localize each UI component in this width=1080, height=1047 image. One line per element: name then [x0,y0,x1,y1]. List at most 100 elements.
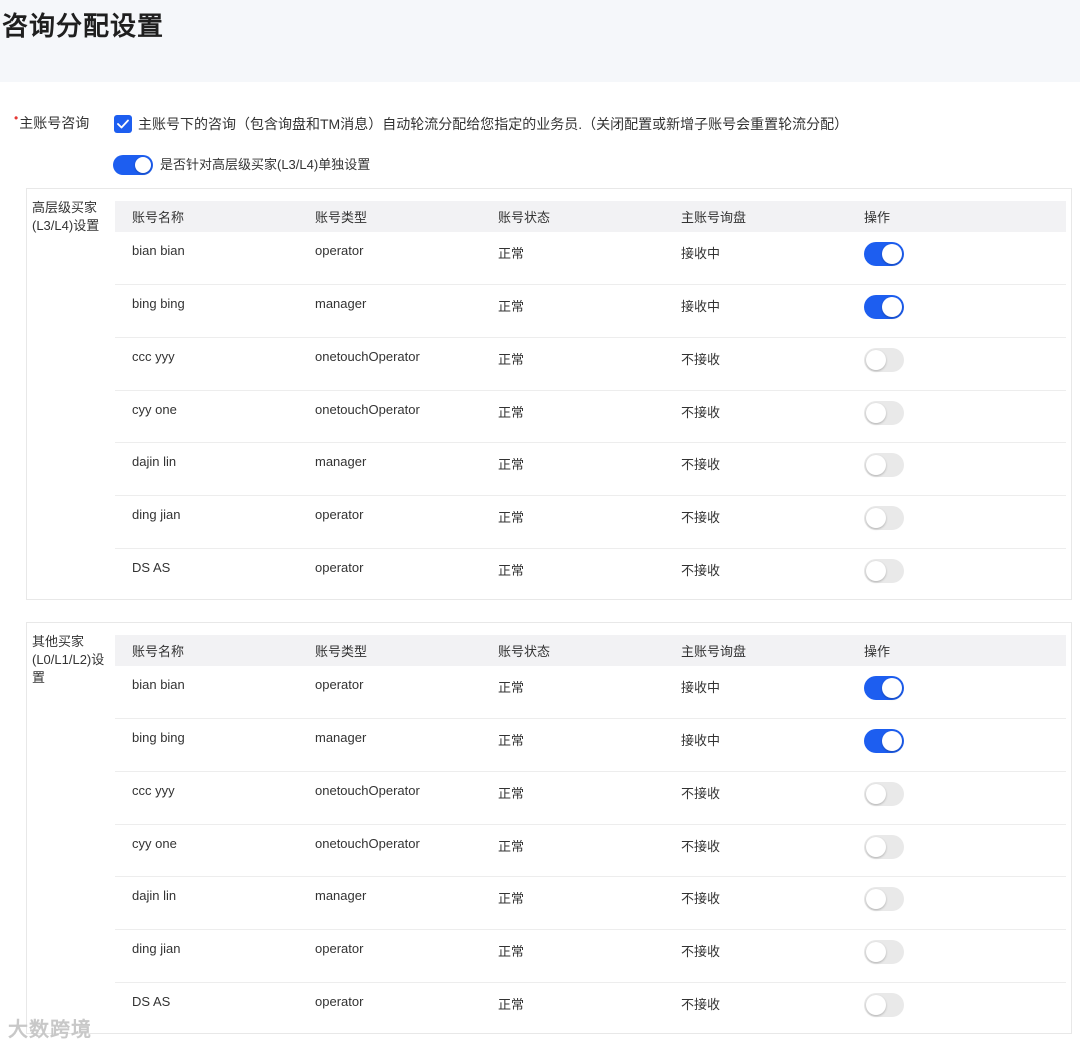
switch-knob [866,560,886,581]
column-header: 操作 [847,201,1066,232]
operation-cell [847,666,1066,720]
section-label: 其他买家(L0/L1/L2)设置 [32,634,105,685]
column-header: 主账号询盘 [664,635,847,666]
inquiry-status: 接收中 [664,718,847,772]
operation-cell [847,718,1066,772]
required-mark: • [14,111,19,125]
account-type: onetouchOperator [298,771,481,825]
switch-knob [866,455,886,476]
high-level-buyer-switch-label: 是否针对高层级买家(L3/L4)单独设置 [160,157,371,172]
checkmark-icon [117,119,129,129]
table-row: bian bian operator 正常 接收中 [115,232,1066,286]
main-account-label: •主账号咨询 [14,111,90,134]
account-status: 正常 [498,562,525,578]
operation-cell [847,284,1066,338]
section-high-level-buyers: 高层级买家(L3/L4)设置 账号名称 账号类型 账号状态 主账号询盘 操作 b… [26,188,1072,600]
table-row: DS AS operator 正常 不接收 [115,982,1066,1035]
table-row: cyy one onetouchOperator 正常 不接收 [115,824,1066,878]
account-name: ccc yyy [115,771,298,825]
inquiry-status: 不接收 [664,337,847,391]
operation-cell [847,548,1066,601]
inquiry-status: 不接收 [664,771,847,825]
account-type: operator [298,232,481,286]
switch-knob [866,994,886,1015]
operation-cell [847,232,1066,286]
table-row: ccc yyy onetouchOperator 正常 不接收 [115,337,1066,391]
auto-assign-checkbox[interactable] [114,115,132,133]
switch-knob [882,297,902,318]
account-type: manager [298,718,481,772]
assign-toggle[interactable] [864,347,904,372]
table-row: DS AS operator 正常 不接收 [115,548,1066,601]
table-row: ding jian operator 正常 不接收 [115,495,1066,549]
assign-toggle[interactable] [864,558,904,583]
switch-knob [882,678,902,698]
assign-toggle[interactable] [864,992,904,1017]
watermark-logo: 大数跨境 [8,1019,92,1041]
account-type: operator [315,993,364,1009]
account-type: operator [298,495,481,549]
account-status: 正常 [481,718,664,772]
account-status: 正常 [481,442,664,496]
account-type: onetouchOperator [298,337,481,391]
assign-toggle[interactable] [864,887,904,912]
account-name: DS AS [132,559,171,575]
operation-cell [847,876,1066,930]
column-header: 主账号询盘 [664,201,847,232]
page-header: 咨询分配设置 [0,0,1080,82]
section-label: 高层级买家(L3/L4)设置 [32,200,100,233]
account-status: 正常 [498,996,525,1012]
switch-knob [882,244,902,264]
account-name: DS AS [132,993,171,1009]
assign-toggle[interactable] [864,505,904,530]
section-other-buyers: 其他买家(L0/L1/L2)设置 账号名称 账号类型 账号状态 主账号询盘 操作… [26,622,1072,1034]
inquiry-status: 不接收 [664,442,847,496]
inquiry-status: 接收中 [664,284,847,338]
account-table: 账号名称 账号类型 账号状态 主账号询盘 操作 bian bian operato… [115,201,1066,601]
assign-toggle[interactable] [864,400,904,425]
account-status: 正常 [481,666,664,720]
inquiry-status: 接收中 [664,666,847,720]
switch-knob [866,402,886,423]
table-row: bing bing manager 正常 接收中 [115,718,1066,772]
column-header: 账号状态 [481,635,664,666]
account-name: ding jian [115,495,298,549]
account-name: cyy one [115,824,298,878]
account-name: dajin lin [115,442,298,496]
account-status: 正常 [481,929,664,983]
operation-cell [847,771,1066,825]
account-status: 正常 [481,337,664,391]
account-name: dajin lin [115,876,298,930]
column-header: 账号类型 [298,635,481,666]
assign-toggle[interactable] [864,834,904,859]
account-status: 正常 [481,390,664,444]
table-row: bian bian operator 正常 接收中 [115,666,1066,720]
column-header: 账号类型 [298,201,481,232]
assign-toggle[interactable] [864,295,904,320]
table-row: bing bing manager 正常 接收中 [115,284,1066,338]
operation-cell [847,982,1066,1035]
account-status: 正常 [481,824,664,878]
account-type: operator [298,666,481,720]
main-account-label-text: 主账号咨询 [19,115,90,131]
account-name: bian bian [115,232,298,286]
high-level-buyer-switch[interactable] [113,155,153,175]
assign-toggle[interactable] [864,729,904,754]
switch-knob [866,889,886,910]
column-header: 操作 [847,635,1066,666]
operation-cell [847,495,1066,549]
account-type: manager [298,876,481,930]
switch-knob [866,783,886,804]
account-type: operator [315,559,364,575]
assign-toggle[interactable] [864,939,904,964]
inquiry-status: 不接收 [664,495,847,549]
assign-toggle[interactable] [864,453,904,478]
account-type: onetouchOperator [298,824,481,878]
assign-toggle[interactable] [864,676,904,700]
assign-toggle[interactable] [864,781,904,806]
table-row: dajin lin manager 正常 不接收 [115,876,1066,930]
inquiry-status: 不接收 [681,562,721,578]
account-name: bing bing [115,718,298,772]
assign-toggle[interactable] [864,242,904,266]
inquiry-status: 接收中 [664,232,847,286]
